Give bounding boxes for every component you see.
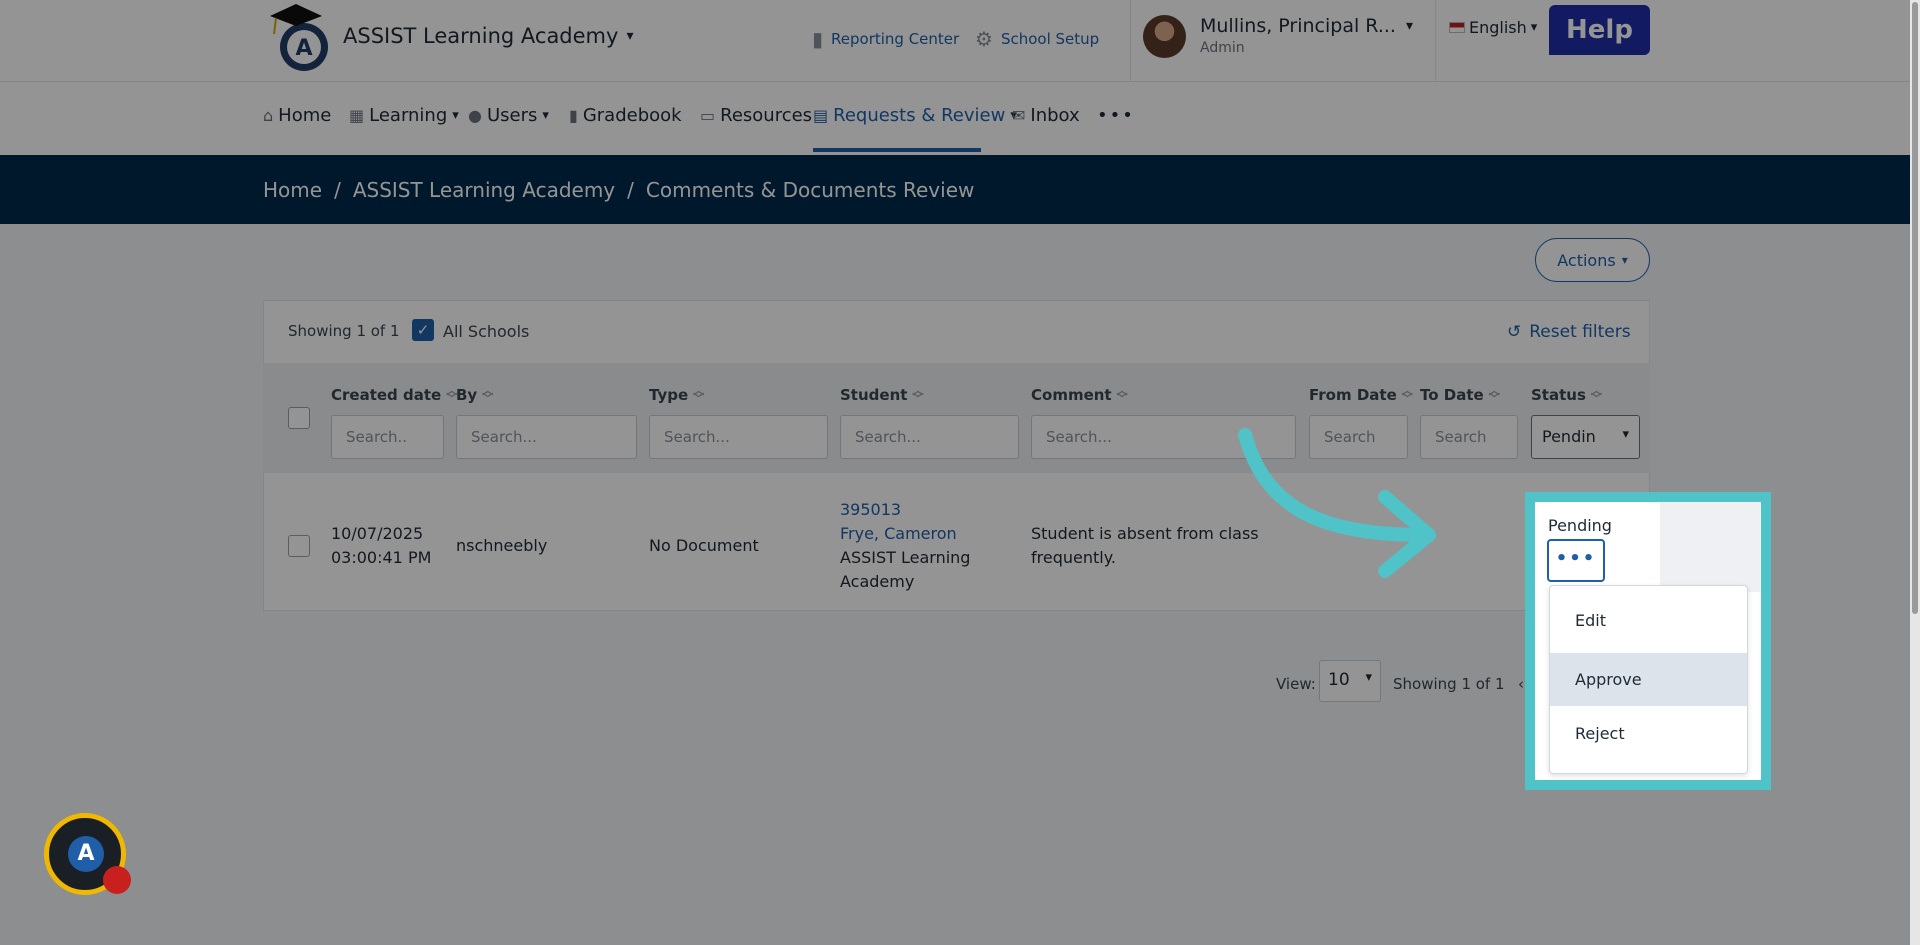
- status-value: Pending: [1548, 516, 1612, 535]
- row-actions-button[interactable]: •••: [1547, 539, 1605, 582]
- menu-item-approve[interactable]: Approve: [1550, 653, 1747, 706]
- notification-dot-icon: [103, 866, 131, 894]
- menu-item-reject[interactable]: Reject: [1550, 707, 1747, 760]
- row-strip: [1660, 502, 1761, 592]
- assistant-launcher[interactable]: A: [44, 813, 131, 895]
- screen-dim-overlay: [0, 0, 1920, 945]
- menu-item-edit[interactable]: Edit: [1550, 594, 1747, 647]
- scrollbar-thumb[interactable]: [1912, 2, 1918, 614]
- assistant-logo-icon: A: [68, 836, 104, 872]
- row-actions-menu: Edit Approve Reject: [1549, 585, 1748, 774]
- callout-arrow-icon: [1238, 428, 1436, 578]
